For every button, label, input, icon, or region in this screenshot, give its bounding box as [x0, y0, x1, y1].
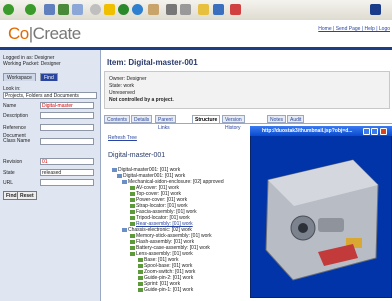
- tab-divider: [104, 123, 392, 124]
- item-icon: [117, 173, 122, 178]
- part-icon: [130, 209, 135, 214]
- revision-field[interactable]: 01: [40, 158, 94, 165]
- media-icon[interactable]: [118, 4, 129, 15]
- tab-structure[interactable]: Structure: [192, 115, 221, 123]
- part-icon: [130, 185, 135, 190]
- url-label: URL: [3, 180, 14, 186]
- page-title: Item: Digital-master-001: [107, 58, 198, 67]
- description-field[interactable]: [40, 112, 94, 119]
- item-icon: [122, 179, 127, 184]
- messenger-icon[interactable]: [213, 4, 224, 15]
- browser-logo-icon: [370, 4, 381, 15]
- item-icon: [112, 167, 117, 172]
- maximize-button[interactable]: [371, 128, 378, 135]
- owner-text: Owner: Designer: [109, 76, 147, 82]
- tab-find[interactable]: Find: [40, 73, 58, 81]
- reset-button[interactable]: Reset: [17, 191, 37, 200]
- part-icon: [138, 269, 143, 274]
- tab-workspace[interactable]: Workspace: [3, 73, 36, 81]
- left-panel: Logged in as: Designer Working Packet: D…: [0, 50, 101, 301]
- reference-field[interactable]: [40, 124, 94, 131]
- tree-title: Digital-master-001: [108, 152, 166, 159]
- part-icon: [130, 203, 135, 208]
- description-label: Description: [3, 113, 29, 119]
- reference-label: Reference: [3, 125, 27, 131]
- tab-parent-links[interactable]: Parent Links: [155, 115, 176, 131]
- document-class-field[interactable]: [40, 138, 94, 145]
- name-field[interactable]: Digital-master: [40, 102, 94, 109]
- state-label: State: [3, 170, 15, 176]
- history-icon[interactable]: [132, 4, 143, 15]
- search-icon[interactable]: [90, 4, 101, 15]
- browser-toolbar: [0, 0, 392, 21]
- tools-icon[interactable]: [230, 4, 241, 15]
- part-icon: [130, 191, 135, 196]
- state-select[interactable]: released: [40, 169, 94, 176]
- part-icon: [138, 257, 143, 262]
- tab-notes[interactable]: Notes: [267, 115, 287, 123]
- tab-audit[interactable]: Audit: [287, 115, 305, 123]
- part-icon: [130, 215, 135, 220]
- part-icon: [130, 251, 135, 256]
- part-icon: [138, 281, 143, 286]
- part-icon: [130, 239, 135, 244]
- camera-lens-glass: [298, 223, 308, 233]
- state-text: State: work: [109, 83, 135, 89]
- url-field[interactable]: [40, 179, 94, 186]
- header-links[interactable]: Home | Send Page | Help | Logo: [318, 26, 390, 32]
- part-icon: [138, 263, 143, 268]
- camera-button-panel: [318, 218, 344, 232]
- reserved-text: Unreserved: [109, 90, 135, 96]
- thumbnail-title: http://duostak3/thumbnail.jsp?obj=d...: [262, 128, 353, 134]
- forward-icon[interactable]: [25, 4, 36, 15]
- part-icon: [130, 221, 135, 226]
- close-button[interactable]: [380, 128, 387, 135]
- stop-icon[interactable]: [44, 4, 55, 15]
- controlled-text: Not controlled by a project.: [109, 97, 174, 103]
- item-icon: [122, 227, 127, 232]
- part-icon: [130, 197, 135, 202]
- tree-row[interactable]: Guide-pin-1: [01] work: [138, 287, 193, 293]
- tab-contents[interactable]: Contents: [104, 115, 131, 123]
- part-icon: [138, 275, 143, 280]
- part-icon: [138, 287, 143, 292]
- mail-icon[interactable]: [148, 4, 159, 15]
- document-class-label: Document Class Name: [3, 133, 31, 144]
- edit-icon[interactable]: [180, 4, 191, 15]
- item-info-box: Owner: Designer State: work Unreserved N…: [104, 71, 390, 109]
- part-icon: [130, 233, 135, 238]
- part-icon: [130, 245, 135, 250]
- look-in-select[interactable]: Projects, Folders and Documents: [3, 92, 97, 99]
- minimize-button[interactable]: [363, 128, 370, 135]
- home-icon[interactable]: [72, 4, 83, 15]
- refresh-tree-link[interactable]: Refresh Tree: [108, 135, 137, 141]
- folder-icon[interactable]: [198, 4, 209, 15]
- print-icon[interactable]: [166, 4, 177, 15]
- name-label: Name: [3, 103, 17, 109]
- refresh-icon[interactable]: [58, 4, 69, 15]
- cocreate-logo: Co|Create: [8, 24, 81, 43]
- favorites-icon[interactable]: [104, 4, 115, 15]
- back-icon[interactable]: [3, 4, 14, 15]
- revision-label: Revision: [3, 159, 23, 165]
- camera-thumbnail-image: [265, 159, 379, 281]
- working-packet-text: Working Packet: Designer: [3, 61, 61, 67]
- tab-details[interactable]: Details: [131, 115, 153, 123]
- tab-version-history[interactable]: Version History: [222, 115, 245, 131]
